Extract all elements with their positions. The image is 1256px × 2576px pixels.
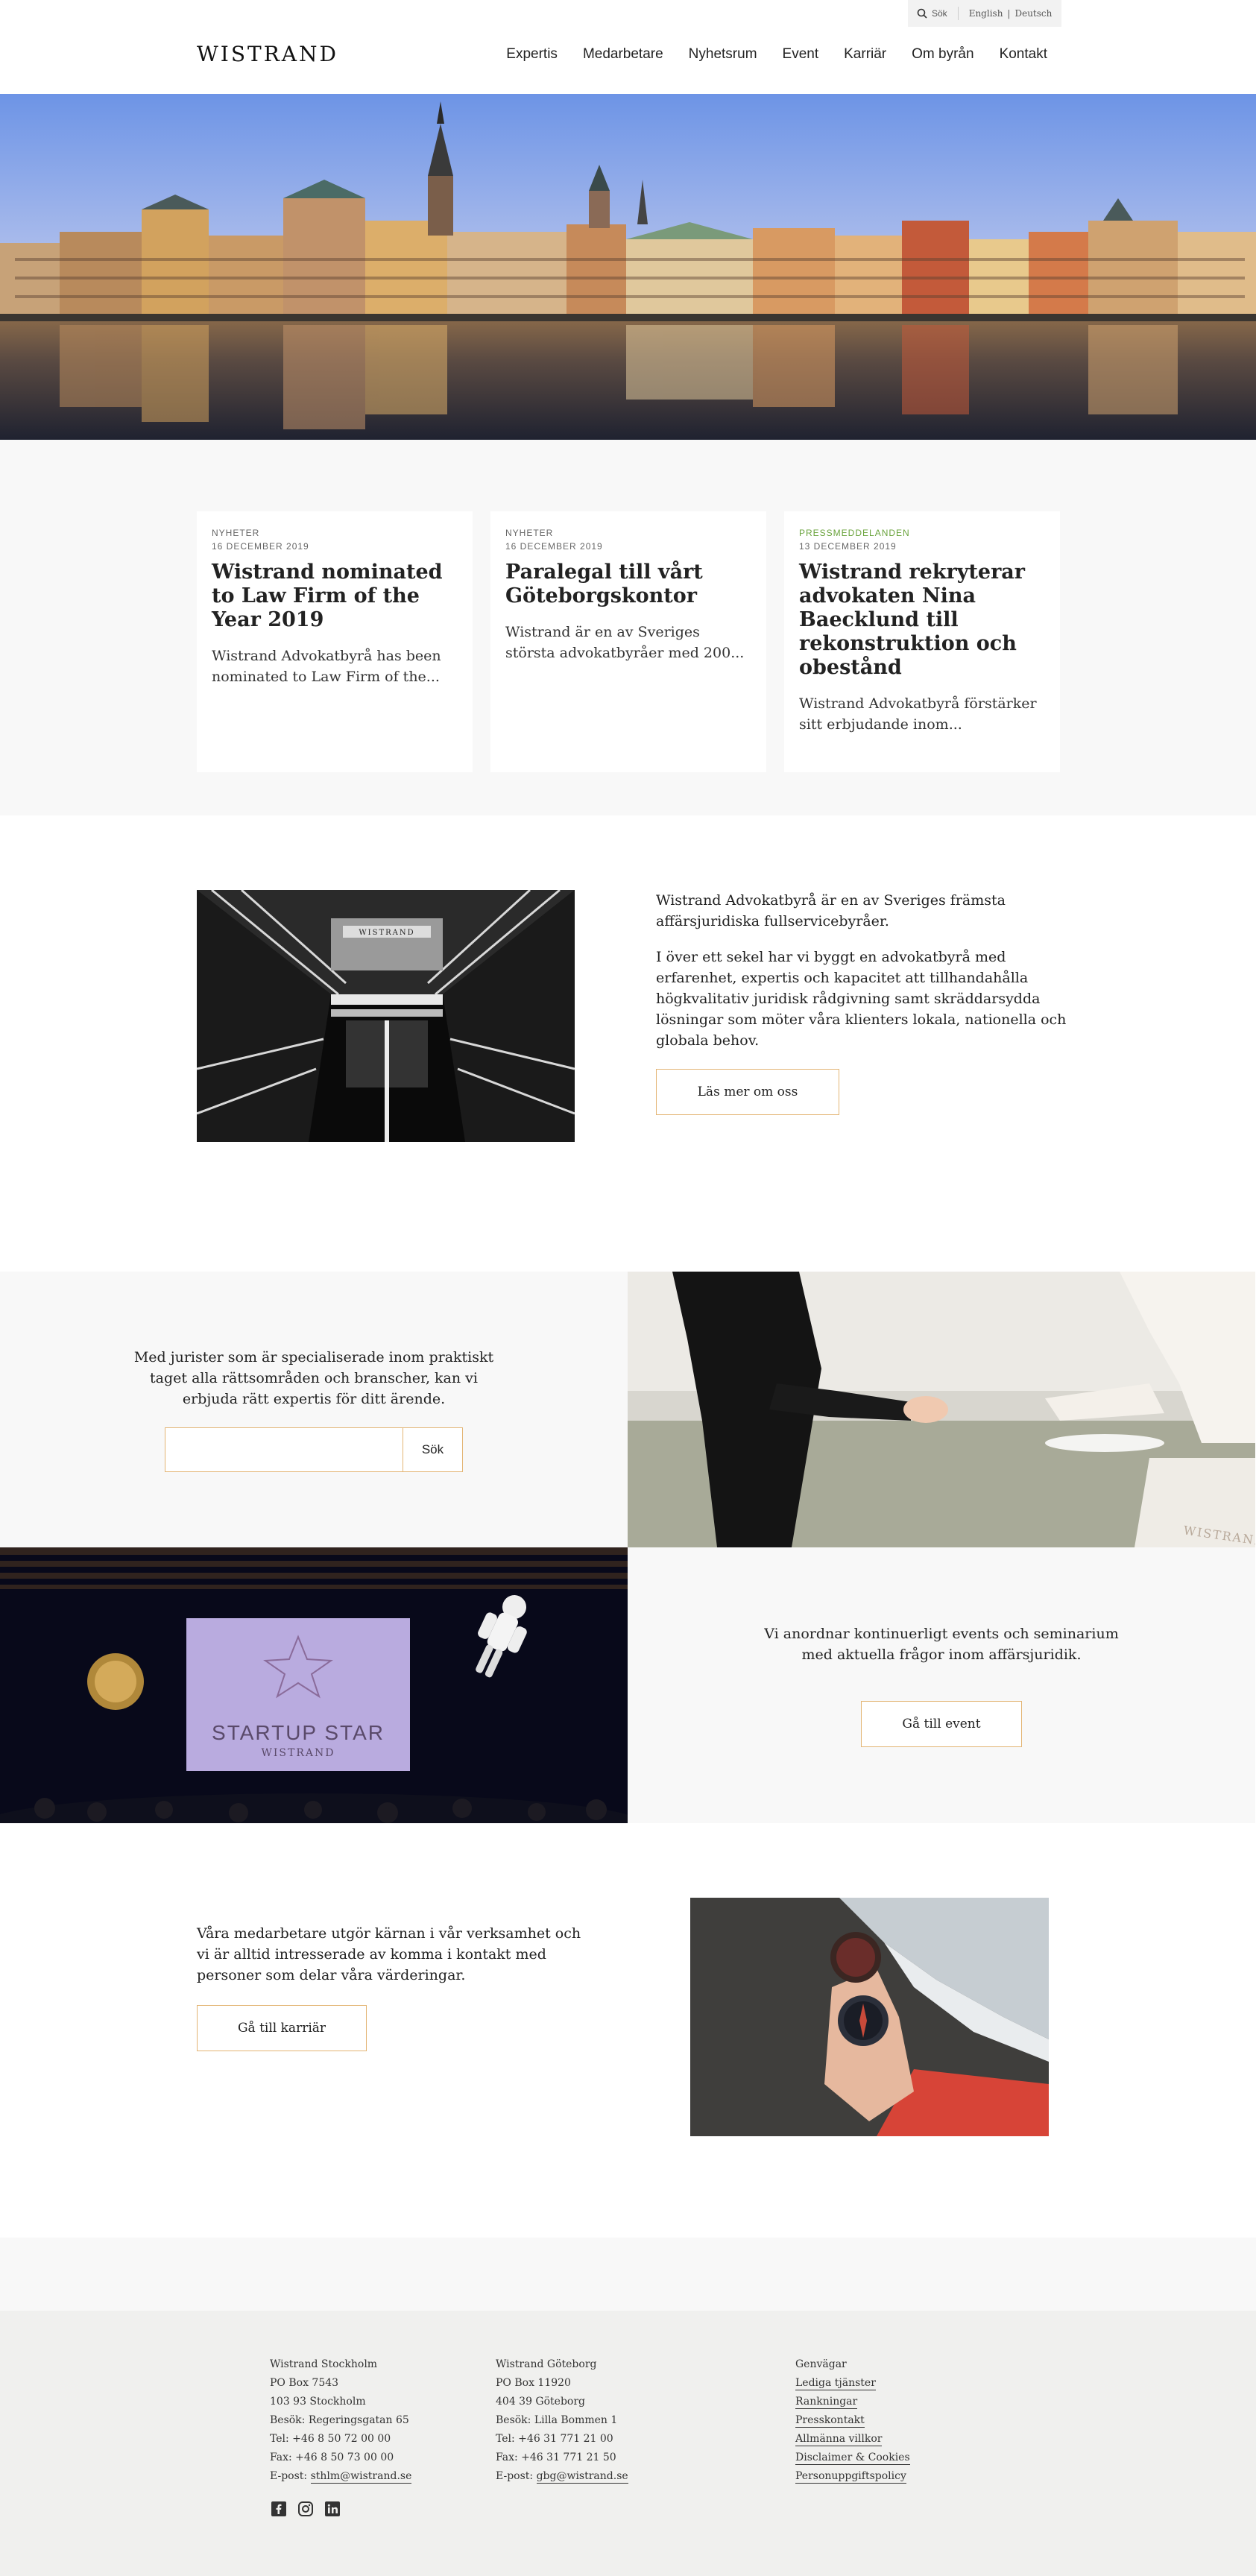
news-date: 13 DECEMBER 2019 [799, 541, 897, 552]
footer-link-rankningar[interactable]: Rankningar [795, 2395, 858, 2409]
events-button[interactable]: Gå till event [861, 1701, 1022, 1747]
footer-email-link[interactable]: gbg@wistrand.se [536, 2469, 628, 2484]
nav-item-om-byran[interactable]: Om byrån [912, 46, 973, 63]
lang-separator: | [1007, 8, 1011, 19]
search-label: Sök [932, 8, 947, 19]
news-card[interactable]: PRESSMEDDELANDEN 13 DECEMBER 2019 Wistra… [784, 511, 1060, 772]
footer-email-row: E-post: sthlm@wistrand.se [270, 2467, 412, 2486]
screen-subtitle: WISTRAND [262, 1747, 335, 1759]
footer-city: 404 39 Göteborg [496, 2396, 586, 2408]
footer-email-label: E-post: [496, 2470, 537, 2482]
footer-office-name: Wistrand Göteborg [496, 2358, 597, 2370]
news-title[interactable]: Wistrand nominated to Law Firm of the Ye… [212, 561, 458, 632]
lang-deutsch-link[interactable]: Deutsch [1014, 8, 1052, 19]
news-date: 16 DECEMBER 2019 [212, 541, 309, 552]
footer-link-lediga-tjanster[interactable]: Lediga tjänster [795, 2376, 876, 2390]
facebook-icon[interactable] [271, 2501, 286, 2516]
careers-section: Våra medarbetare utgör kärnan i vår verk… [0, 1823, 1256, 2238]
footer-email-label: E-post: [270, 2470, 311, 2482]
events-text: Vi anordnar kontinuerligt events och sem… [764, 1626, 1119, 1663]
search-icon [917, 8, 927, 19]
pre-footer-spacer [0, 2238, 1256, 2311]
footer-office-name: Wistrand Stockholm [270, 2358, 378, 2370]
careers-panel: Våra medarbetare utgör kärnan i vår verk… [197, 1923, 584, 2051]
news-excerpt: Wistrand är en av Sveriges största advok… [505, 624, 745, 661]
event-stage-photo: STARTUP STAR WISTRAND [0, 1547, 628, 1823]
footer-goteborg: Wistrand Göteborg PO Box 11920 404 39 Gö… [496, 2355, 628, 2486]
footer-tel: Tel: +46 8 50 72 00 00 [270, 2433, 391, 2445]
nav-item-kontakt[interactable]: Kontakt [1000, 46, 1047, 63]
social-links [271, 2501, 340, 2516]
footer-link-allmanna-villkor[interactable]: Allmänna villkor [795, 2432, 883, 2446]
site-header: Sök English | Deutsch WISTRAND Expertis … [0, 0, 1256, 94]
news-title[interactable]: Wistrand rekryterar advokaten Nina Baeck… [799, 561, 1045, 680]
footer-link-personuppgiftspolicy[interactable]: Personuppgiftspolicy [795, 2469, 906, 2484]
atrium-sign-text: WISTRAND [359, 929, 414, 937]
utility-bar: Sök English | Deutsch [908, 0, 1061, 27]
events-panel: Vi anordnar kontinuerligt events och sem… [628, 1547, 1255, 1823]
news-excerpt: Wistrand Advokatbyrå has been nominated … [212, 648, 441, 685]
footer-tel: Tel: +46 31 771 21 00 [496, 2433, 613, 2445]
hero-image [0, 94, 1256, 440]
search-toggle[interactable]: Sök [908, 7, 959, 20]
footer-visit: Besök: Lilla Bommen 1 [496, 2414, 618, 2426]
footer-fax: Fax: +46 8 50 73 00 00 [270, 2452, 394, 2463]
instagram-icon[interactable] [298, 2501, 313, 2516]
footer-po-box: PO Box 11920 [496, 2377, 571, 2389]
nav-item-medarbetare[interactable]: Medarbetare [583, 46, 663, 63]
about-more-button[interactable]: Läs mer om oss [656, 1069, 839, 1115]
handshake-photo: WISTRAND [628, 1272, 1255, 1547]
lang-english-link[interactable]: English [969, 8, 1003, 19]
news-excerpt: Wistrand Advokatbyrå förstärker sitt erb… [799, 695, 1037, 733]
footer-stockholm: Wistrand Stockholm PO Box 7543 103 93 St… [270, 2355, 412, 2486]
footer-shortcuts-title: Genvägar [795, 2358, 847, 2370]
about-paragraph: I över ett sekel har vi byggt en advokat… [656, 949, 1067, 1049]
expertise-panel: Med jurister som är specialiserade inom … [0, 1272, 628, 1547]
footer-email-row: E-post: gbg@wistrand.se [496, 2467, 628, 2486]
about-section: WISTRAND Wistrand Advokatbyrå är en av S… [0, 815, 1256, 1272]
atrium-photo: WISTRAND [197, 890, 575, 1142]
footer-fax: Fax: +46 31 771 21 50 [496, 2452, 616, 2463]
main-nav: Expertis Medarbetare Nyhetsrum Event Kar… [506, 46, 1047, 63]
expertise-search: Sök [165, 1427, 463, 1472]
careers-button[interactable]: Gå till karriär [197, 2005, 367, 2051]
screen-title: STARTUP STAR [212, 1721, 385, 1744]
linkedin-icon[interactable] [325, 2501, 340, 2516]
footer-city: 103 93 Stockholm [270, 2396, 366, 2408]
compass-photo [690, 1898, 1049, 2136]
footer-link-presskontakt[interactable]: Presskontakt [795, 2414, 865, 2428]
site-footer: Wistrand Stockholm PO Box 7543 103 93 St… [0, 2311, 1256, 2576]
nav-item-nyhetsrum[interactable]: Nyhetsrum [689, 46, 757, 63]
news-card[interactable]: NYHETER 16 DECEMBER 2019 Paralegal till … [490, 511, 766, 772]
news-category: NYHETER [505, 528, 554, 538]
nav-item-event[interactable]: Event [783, 46, 819, 63]
news-card[interactable]: NYHETER 16 DECEMBER 2019 Wistrand nomina… [197, 511, 473, 772]
expertise-section: Med jurister som är specialiserade inom … [0, 1272, 1256, 1547]
news-category: PRESSMEDDELANDEN [799, 528, 910, 538]
news-section: NYHETER 16 DECEMBER 2019 Wistrand nomina… [0, 440, 1256, 815]
stockholm-skyline-image [0, 94, 1256, 440]
careers-text: Våra medarbetare utgör kärnan i vår verk… [197, 1925, 581, 1983]
about-text: Wistrand Advokatbyrå är en av Sveriges f… [656, 890, 1073, 1115]
expertise-text: Med jurister som är specialiserade inom … [133, 1349, 494, 1407]
footer-shortcuts: Genvägar Lediga tjänster Rankningar Pres… [795, 2355, 910, 2486]
footer-link-disclaimer[interactable]: Disclaimer & Cookies [795, 2451, 910, 2465]
news-title[interactable]: Paralegal till vårt Göteborgskontor [505, 561, 751, 608]
news-category: NYHETER [212, 528, 260, 538]
footer-visit: Besök: Regeringsgatan 65 [270, 2414, 409, 2426]
nav-item-karriar[interactable]: Karriär [844, 46, 886, 63]
footer-email-link[interactable]: sthlm@wistrand.se [310, 2469, 412, 2484]
expertise-search-input[interactable] [165, 1427, 403, 1472]
about-paragraph: Wistrand Advokatbyrå är en av Sveriges f… [656, 892, 1006, 929]
expertise-search-button[interactable]: Sök [403, 1427, 463, 1472]
nav-item-expertis[interactable]: Expertis [506, 46, 558, 63]
footer-po-box: PO Box 7543 [270, 2377, 339, 2389]
site-logo[interactable]: WISTRAND [197, 42, 338, 66]
news-date: 16 DECEMBER 2019 [505, 541, 603, 552]
events-section: STARTUP STAR WISTRAND Vi anordnar kontin… [0, 1547, 1256, 1823]
